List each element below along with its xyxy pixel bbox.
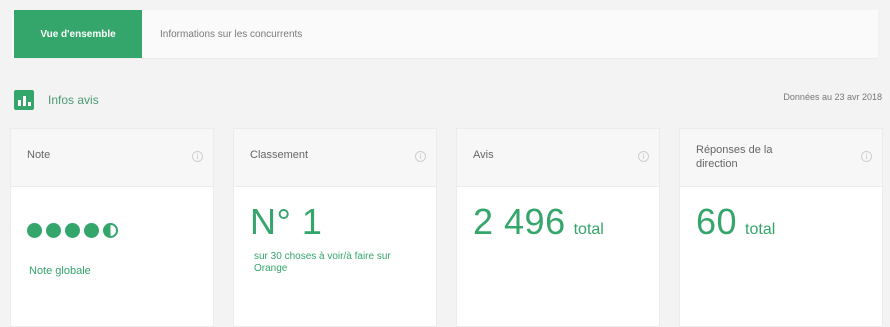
note-card: Note i Note globale: [10, 128, 214, 327]
data-date: Données au 23 avr 2018: [783, 92, 882, 102]
bar-chart-icon: [14, 90, 34, 110]
tab-bar: Vue d'ensemble Informations sur les conc…: [12, 10, 878, 59]
card-title: Classement: [250, 149, 309, 161]
card-header: Classement i: [234, 129, 436, 187]
card-header: Avis i: [457, 129, 659, 187]
ranking-number: N° 1: [250, 201, 323, 242]
rating-bubble-full: [27, 223, 42, 238]
responses-number: 60: [696, 201, 738, 242]
reviews-card: Avis i 2 496 total: [456, 128, 660, 327]
rating-bubble-full: [65, 223, 80, 238]
ranking-value: N° 1: [250, 201, 322, 243]
info-icon[interactable]: i: [861, 151, 872, 162]
reviews-number: 2 496: [473, 201, 566, 242]
responses-total: 60 total: [696, 201, 775, 243]
rating-label: Note globale: [29, 265, 91, 277]
card-title: Note: [27, 149, 51, 161]
info-icon[interactable]: i: [192, 151, 203, 162]
section-title: Infos avis: [48, 93, 99, 107]
card-header: Réponses de la direction i: [680, 129, 882, 187]
card-header: Note i: [11, 129, 213, 187]
info-icon[interactable]: i: [415, 151, 426, 162]
section-header: Infos avis: [14, 88, 99, 112]
rating-bubble-full: [84, 223, 99, 238]
management-responses-card: Réponses de la direction i 60 total: [679, 128, 883, 327]
reviews-unit: total: [573, 221, 604, 238]
card-title: Avis: [473, 149, 494, 161]
rating-bubble-half: [103, 223, 118, 238]
ranking-subtitle[interactable]: sur 30 choses à voir/à faire sur Orange: [254, 251, 414, 275]
info-icon[interactable]: i: [638, 151, 649, 162]
card-title: Réponses de la direction: [696, 144, 773, 170]
responses-unit: total: [745, 221, 776, 238]
tab-competitor-info[interactable]: Informations sur les concurrents: [160, 10, 302, 58]
tab-overview[interactable]: Vue d'ensemble: [14, 10, 142, 58]
rating-bubble-full: [46, 223, 61, 238]
rating-bubbles: [27, 223, 118, 238]
reviews-total: 2 496 total: [473, 201, 604, 243]
ranking-card: Classement i N° 1 sur 30 choses à voir/à…: [233, 128, 437, 327]
